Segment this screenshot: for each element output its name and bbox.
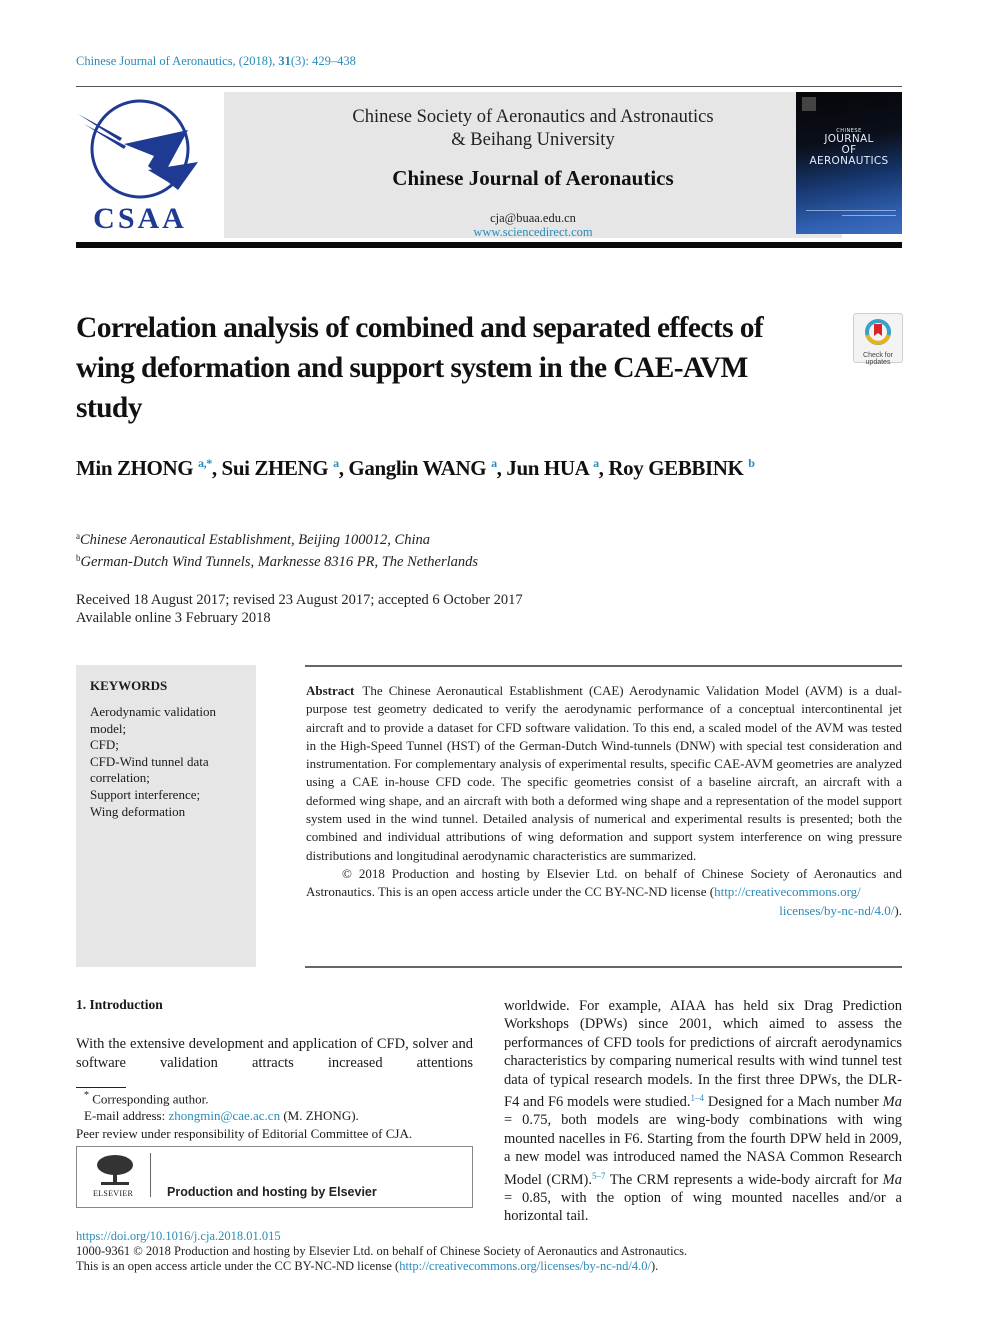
elsevier-tree-icon bbox=[97, 1155, 133, 1186]
keywords-box: KEYWORDS Aerodynamic validation model; C… bbox=[76, 665, 256, 967]
journal-cover-image[interactable]: CHINESE JOURNAL OF AERONAUTICS bbox=[796, 92, 902, 234]
section-heading-introduction: 1. Introduction bbox=[76, 997, 163, 1012]
affiliation-a: aChinese Aeronautical Establishment, Bei… bbox=[76, 531, 430, 548]
history-dates: Received 18 August 2017; revised 23 Augu… bbox=[76, 592, 523, 608]
check-updates-label-2: updates bbox=[865, 359, 891, 366]
right-column: worldwide. For example, AIAA has held si… bbox=[504, 997, 902, 1226]
check-for-updates-button[interactable]: Check for updates bbox=[853, 313, 903, 366]
corresponding-author-note: * Corresponding author. bbox=[84, 1090, 209, 1107]
keyword-item: Aerodynamic validation model; bbox=[90, 704, 216, 736]
keywords-heading: KEYWORDS bbox=[90, 678, 168, 693]
keyword-item: CFD; bbox=[90, 737, 119, 753]
left-column: 1. Introduction With the extensive devel… bbox=[76, 997, 473, 1209]
doi-link[interactable]: https://doi.org/10.1016/j.cja.2018.01.01… bbox=[76, 1229, 687, 1244]
author-affiliation-mark[interactable]: b bbox=[748, 456, 755, 470]
journal-citation[interactable]: Chinese Journal of Aeronautics, (2018), … bbox=[76, 54, 356, 69]
email-note: E-mail address: zhongmin@cae.ac.cn (M. Z… bbox=[84, 1107, 359, 1123]
license-link[interactable]: http://creativecommons.org/ bbox=[714, 884, 861, 899]
keyword-item: Support interference; bbox=[90, 786, 201, 802]
journal-website-link[interactable]: www.sciencedirect.com bbox=[224, 225, 842, 239]
issn-copyright: 1000-9361 © 2018 Production and hosting … bbox=[76, 1244, 688, 1258]
society-box: Chinese Society of Aeronautics and Astro… bbox=[224, 92, 842, 239]
check-updates-icon bbox=[865, 319, 891, 345]
check-updates-label-1: Check for bbox=[863, 352, 893, 359]
author[interactable]: Ganglin WANG a, bbox=[348, 456, 506, 480]
masthead-top-rule bbox=[76, 86, 902, 87]
keyword-item: Wing deformation bbox=[90, 803, 186, 819]
elsevier-wordmark: ELSEVIER bbox=[93, 1189, 134, 1199]
author[interactable]: Roy GEBBINK b bbox=[608, 456, 755, 480]
abstract-copyright: © 2018 Production and hosting by Elsevie… bbox=[306, 865, 902, 900]
intro-paragraph-left: With the extensive development and appli… bbox=[76, 1036, 473, 1071]
elsevier-separator bbox=[150, 1153, 151, 1198]
article-history: Received 18 August 2017; revised 23 Augu… bbox=[76, 591, 523, 627]
citation-journal: Chinese Journal of Aeronautics, (2018), bbox=[76, 54, 279, 68]
author[interactable]: Sui ZHENG a, bbox=[222, 456, 349, 480]
elsevier-production-box: ELSEVIER Production and hosting by Elsev… bbox=[76, 1146, 473, 1209]
license-url-link[interactable]: http://creativecommons.org/licenses/by-n… bbox=[399, 1259, 651, 1273]
author-email-link[interactable]: zhongmin@cae.ac.cn bbox=[168, 1108, 280, 1123]
license-link-continued[interactable]: licenses/by-nc-nd/4.0/ bbox=[779, 903, 894, 918]
abstract-license-continued: licenses/by-nc-nd/4.0/). bbox=[779, 902, 902, 918]
keyword-item: CFD-Wind tunnel data correlation; bbox=[90, 753, 209, 786]
author[interactable]: Min ZHONG a,*, bbox=[76, 456, 222, 480]
license-statement: This is an open access article under the… bbox=[76, 1259, 659, 1273]
society-name-line1: Chinese Society of Aeronautics and Astro… bbox=[352, 107, 714, 127]
asterisk-mark: * bbox=[84, 1090, 89, 1101]
csaa-logo-text: CSAA bbox=[93, 202, 187, 234]
abstract-top-rule bbox=[305, 665, 902, 667]
abstract-bottom-rule bbox=[305, 966, 902, 968]
intro-paragraph-right: worldwide. For example, AIAA has held si… bbox=[504, 998, 902, 1225]
affiliation-b: bGerman-Dutch Wind Tunnels, Marknesse 83… bbox=[76, 553, 479, 570]
author[interactable]: Jun HUA a, bbox=[506, 456, 608, 480]
affiliations: aChinese Aeronautical Establishment, Bei… bbox=[76, 527, 478, 571]
csaa-logo: CSAA bbox=[76, 94, 204, 235]
journal-name: Chinese Journal of Aeronautics bbox=[392, 166, 674, 190]
cover-title-line3: AERONAUTICS bbox=[809, 155, 889, 167]
online-date: Available online 3 February 2018 bbox=[76, 610, 271, 626]
abstract-body: Abstract The Chinese Aeronautical Establi… bbox=[306, 682, 902, 865]
cover-elsevier-logo-icon bbox=[802, 97, 816, 111]
production-hosting-label: Production and hosting by Elsevier bbox=[167, 1185, 377, 1200]
reference-link[interactable]: 5–7 bbox=[592, 1171, 606, 1181]
society-name-line2: & Beihang University bbox=[451, 130, 615, 150]
csaa-emblem-icon: CSAA bbox=[78, 99, 198, 235]
bottom-info: https://doi.org/10.1016/j.cja.2018.01.01… bbox=[76, 1229, 687, 1274]
journal-email: cja@buaa.edu.cn bbox=[490, 211, 576, 225]
peer-review-note: Peer review under responsibility of Edit… bbox=[76, 1125, 413, 1141]
reference-link[interactable]: 1–4 bbox=[691, 1093, 705, 1103]
abstract-label: Abstract bbox=[306, 683, 355, 698]
abstract-text: The Chinese Aeronautical Establishment (… bbox=[306, 683, 902, 863]
masthead-bottom-bar bbox=[76, 242, 902, 248]
author-affiliation-mark[interactable]: a,* bbox=[198, 456, 212, 470]
citation-issue-pages: (3): 429–438 bbox=[290, 54, 356, 68]
citation-volume: 31 bbox=[278, 54, 291, 68]
article-title: Correlation analysis of combined and sep… bbox=[76, 312, 764, 424]
cover-footer-decoration bbox=[806, 210, 896, 216]
masthead: CSAA Chinese Society of Aeronautics and … bbox=[76, 92, 902, 239]
author-list: Min ZHONG a,*, Sui ZHENG a, Ganglin WANG… bbox=[76, 456, 755, 481]
abstract: Abstract The Chinese Aeronautical Establi… bbox=[306, 682, 902, 920]
